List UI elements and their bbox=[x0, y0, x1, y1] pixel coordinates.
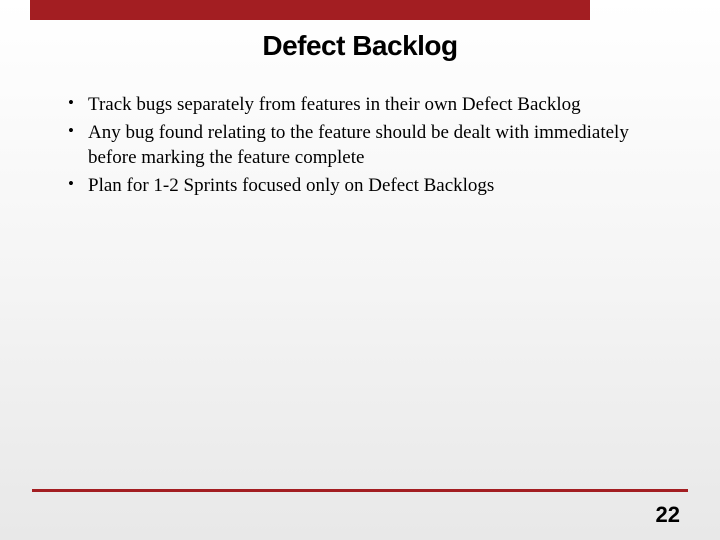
bullet-item: Plan for 1-2 Sprints focused only on Def… bbox=[60, 173, 660, 199]
bullet-list: Track bugs separately from features in t… bbox=[60, 92, 660, 201]
slide-title: Defect Backlog bbox=[0, 30, 720, 62]
bottom-accent-rule bbox=[32, 489, 688, 492]
bullet-item: Any bug found relating to the feature sh… bbox=[60, 120, 660, 171]
page-number: 22 bbox=[656, 502, 680, 528]
bullet-item: Track bugs separately from features in t… bbox=[60, 92, 660, 118]
top-accent-bar bbox=[30, 0, 590, 20]
